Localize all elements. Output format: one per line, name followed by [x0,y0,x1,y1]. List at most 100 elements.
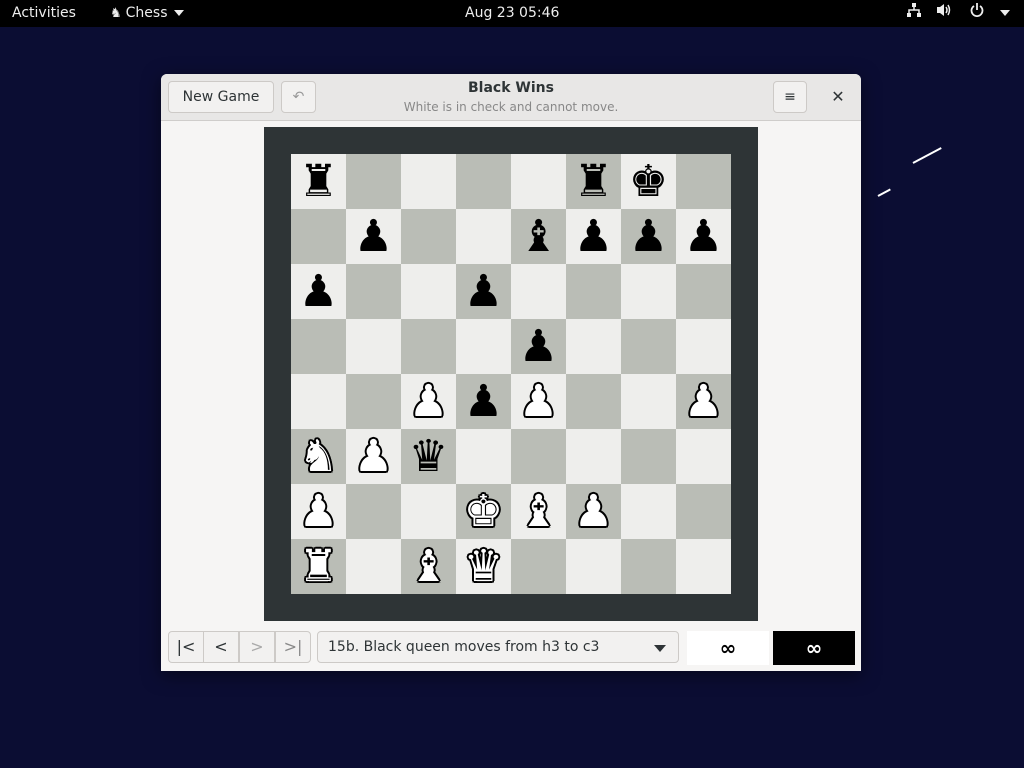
black-bishop-icon[interactable]: ♝ [519,211,558,262]
square-h7[interactable]: ♟ [676,209,731,264]
square-d2[interactable]: ♚ [456,484,511,539]
square-d4[interactable]: ♟ [456,374,511,429]
square-d5[interactable] [456,319,511,374]
square-d6[interactable]: ♟ [456,264,511,319]
black-rook-icon[interactable]: ♜ [574,156,613,207]
square-c7[interactable] [401,209,456,264]
black-pawn-icon[interactable]: ♟ [299,266,338,317]
square-a7[interactable] [291,209,346,264]
square-e8[interactable] [511,154,566,209]
white-pawn-icon[interactable]: ♟ [519,376,558,427]
square-g4[interactable] [621,374,676,429]
square-b1[interactable] [346,539,401,594]
black-queen-icon[interactable]: ♛ [409,431,448,482]
black-pawn-icon[interactable]: ♟ [629,211,668,262]
first-move-button[interactable]: |< [168,631,204,663]
square-f4[interactable] [566,374,621,429]
square-g2[interactable] [621,484,676,539]
square-b5[interactable] [346,319,401,374]
square-h8[interactable] [676,154,731,209]
black-pawn-icon[interactable]: ♟ [684,211,723,262]
square-e6[interactable] [511,264,566,319]
square-d8[interactable] [456,154,511,209]
square-c2[interactable] [401,484,456,539]
square-b8[interactable] [346,154,401,209]
square-f6[interactable] [566,264,621,319]
square-f3[interactable] [566,429,621,484]
app-menu[interactable]: ♞ Chess [110,0,184,27]
square-g8[interactable]: ♚ [621,154,676,209]
square-e1[interactable] [511,539,566,594]
square-f5[interactable] [566,319,621,374]
white-rook-icon[interactable]: ♜ [299,541,338,592]
square-a6[interactable]: ♟ [291,264,346,319]
square-e4[interactable]: ♟ [511,374,566,429]
black-pawn-icon[interactable]: ♟ [464,266,503,317]
square-e2[interactable]: ♝ [511,484,566,539]
close-button[interactable]: ✕ [825,81,851,113]
square-c6[interactable] [401,264,456,319]
white-pawn-icon[interactable]: ♟ [409,376,448,427]
square-b2[interactable] [346,484,401,539]
previous-move-button[interactable]: < [203,631,239,663]
square-f2[interactable]: ♟ [566,484,621,539]
square-d3[interactable] [456,429,511,484]
square-g3[interactable] [621,429,676,484]
square-a2[interactable]: ♟ [291,484,346,539]
square-b6[interactable] [346,264,401,319]
square-e3[interactable] [511,429,566,484]
chess-board[interactable]: ♜ ♜ ♚ ♟ ♝ ♟ ♟ ♟ ♟ ♟ ♟ ♟ ♟ ♟ ♟ ♞ ♟ ♛ ♟ ♚ ♝ ♟ ♜ ♝ ♛ [291,154,731,594]
square-g7[interactable]: ♟ [621,209,676,264]
white-pawn-icon[interactable]: ♟ [684,376,723,427]
move-history-dropdown[interactable]: 15b. Black queen moves from h3 to c3 [317,631,679,663]
square-c5[interactable] [401,319,456,374]
black-rook-icon[interactable]: ♜ [299,156,338,207]
black-pawn-icon[interactable]: ♟ [519,321,558,372]
black-pawn-icon[interactable]: ♟ [464,376,503,427]
last-move-button[interactable]: >| [275,631,311,663]
square-g1[interactable] [621,539,676,594]
square-a5[interactable] [291,319,346,374]
square-b3[interactable]: ♟ [346,429,401,484]
undo-button[interactable]: ↶ [281,81,316,113]
square-a4[interactable] [291,374,346,429]
clock[interactable]: Aug 23 05:46 [465,0,559,27]
white-pawn-icon[interactable]: ♟ [574,486,613,537]
white-bishop-icon[interactable]: ♝ [519,486,558,537]
square-a8[interactable]: ♜ [291,154,346,209]
square-c1[interactable]: ♝ [401,539,456,594]
square-h5[interactable] [676,319,731,374]
square-h3[interactable] [676,429,731,484]
square-b7[interactable]: ♟ [346,209,401,264]
square-c3[interactable]: ♛ [401,429,456,484]
white-pawn-icon[interactable]: ♟ [354,431,393,482]
black-pawn-icon[interactable]: ♟ [354,211,393,262]
square-e7[interactable]: ♝ [511,209,566,264]
square-g6[interactable] [621,264,676,319]
black-pawn-icon[interactable]: ♟ [574,211,613,262]
square-c8[interactable] [401,154,456,209]
square-d1[interactable]: ♛ [456,539,511,594]
white-knight-icon[interactable]: ♞ [299,431,338,482]
square-f1[interactable] [566,539,621,594]
new-game-button[interactable]: New Game [168,81,274,113]
white-pawn-icon[interactable]: ♟ [299,486,338,537]
square-h2[interactable] [676,484,731,539]
white-king-icon[interactable]: ♚ [464,486,503,537]
square-c4[interactable]: ♟ [401,374,456,429]
white-bishop-icon[interactable]: ♝ [409,541,448,592]
square-b4[interactable] [346,374,401,429]
square-h6[interactable] [676,264,731,319]
square-h4[interactable]: ♟ [676,374,731,429]
menu-button[interactable]: ≡ [773,81,807,113]
square-g5[interactable] [621,319,676,374]
square-f7[interactable]: ♟ [566,209,621,264]
square-a3[interactable]: ♞ [291,429,346,484]
square-h1[interactable] [676,539,731,594]
next-move-button[interactable]: > [239,631,275,663]
black-king-icon[interactable]: ♚ [629,156,668,207]
square-e5[interactable]: ♟ [511,319,566,374]
system-tray[interactable] [895,0,1010,27]
square-f8[interactable]: ♜ [566,154,621,209]
white-queen-icon[interactable]: ♛ [464,541,503,592]
